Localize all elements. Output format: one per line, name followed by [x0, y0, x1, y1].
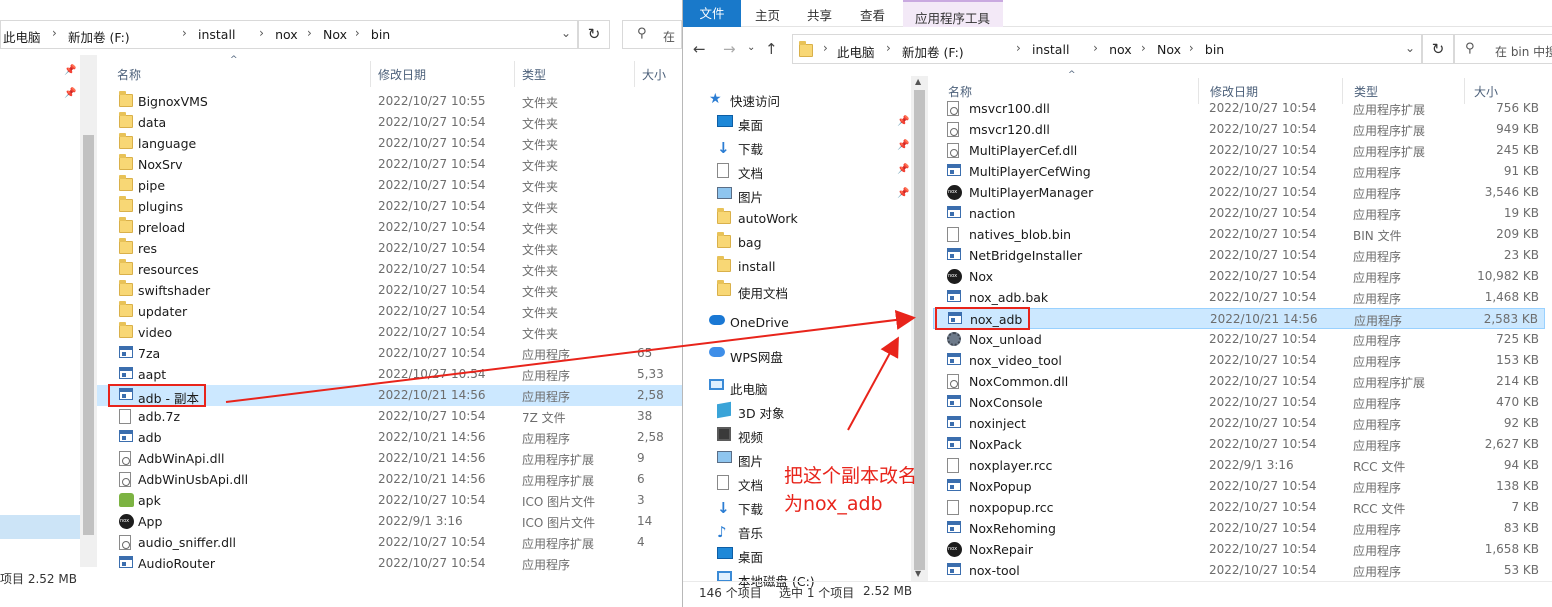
annotation-arrow-short	[847, 336, 899, 431]
annotation-line-2: 为nox_adb	[784, 493, 883, 515]
annotation-arrows	[225, 310, 916, 431]
annotation-arrow-long	[225, 310, 916, 403]
annotation-text: 把这个副本改名 为nox_adb	[784, 462, 917, 518]
annotation-line-1: 把这个副本改名	[784, 465, 918, 487]
